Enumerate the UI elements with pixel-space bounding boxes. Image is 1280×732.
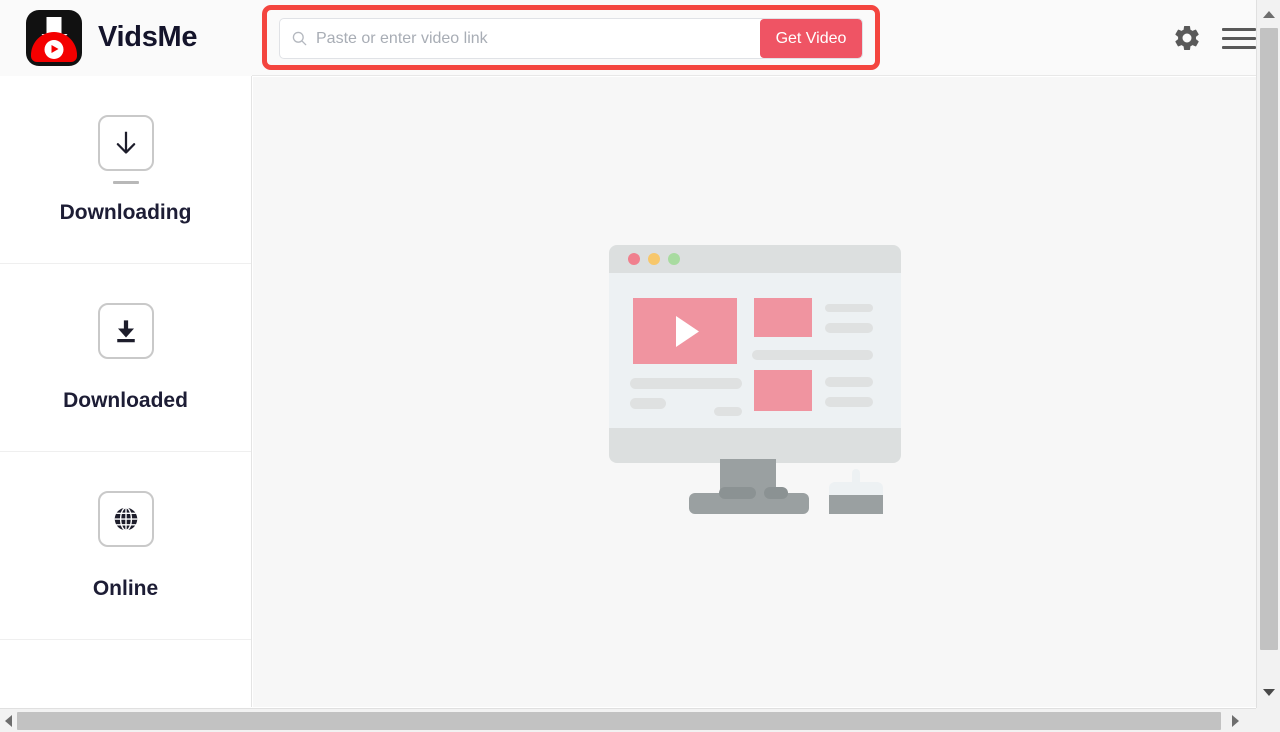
globe-icon xyxy=(97,490,154,547)
sidebar-item-downloading[interactable]: Downloading xyxy=(0,76,251,264)
empty-state-monitor-video-illustration xyxy=(608,245,901,514)
gear-icon xyxy=(1175,25,1199,50)
scroll-down-arrow-icon[interactable] xyxy=(1257,680,1280,704)
vertical-scrollbar-thumb[interactable] xyxy=(1260,28,1278,650)
search-input[interactable] xyxy=(316,29,760,48)
settings-button[interactable] xyxy=(1172,23,1202,53)
scrollbar-corner xyxy=(1256,708,1280,732)
sidebar-item-downloaded[interactable]: Downloaded xyxy=(0,264,251,452)
sidebar-item-label: Downloading xyxy=(59,200,192,224)
app-title: VidsMe xyxy=(98,21,198,53)
sidebar-item-online[interactable]: Online xyxy=(0,452,251,640)
sidebar-item-label: Online xyxy=(92,576,159,600)
main-content-area xyxy=(253,77,1256,707)
brand-area: VidsMe xyxy=(0,0,252,76)
globe-glyph-icon xyxy=(114,506,137,531)
horizontal-scrollbar[interactable] xyxy=(0,708,1280,732)
sidebar-item-label: Downloaded xyxy=(63,388,188,412)
menu-button[interactable] xyxy=(1222,27,1256,49)
window-dot-yellow xyxy=(647,253,660,265)
scroll-up-arrow-icon[interactable] xyxy=(1257,2,1280,26)
get-video-button[interactable]: Get Video xyxy=(760,19,862,58)
down-arrow-icon xyxy=(116,131,135,154)
window-dot-green xyxy=(667,253,680,265)
search-area: Get Video xyxy=(262,5,880,70)
vertical-scrollbar[interactable] xyxy=(1256,0,1280,708)
scroll-left-arrow-icon[interactable] xyxy=(0,709,17,732)
download-complete-icon xyxy=(116,319,135,342)
header-actions xyxy=(1172,0,1256,76)
hamburger-menu-icon xyxy=(1222,27,1256,49)
progress-line xyxy=(112,180,139,184)
video-link-search-bar[interactable]: Get Video xyxy=(279,18,863,59)
search-field[interactable] xyxy=(280,19,760,58)
vidsme-app-window: VidsMe Get Video xyxy=(0,0,1280,732)
vidsme-logo-icon xyxy=(26,9,82,66)
search-icon xyxy=(292,31,307,46)
download-arrow-outline-icon xyxy=(97,114,154,171)
download-tray-filled-icon xyxy=(97,302,154,359)
logo-play-icon xyxy=(44,39,64,59)
window-dot-red xyxy=(627,253,640,265)
sidebar: Downloading Downloaded Online xyxy=(0,76,252,732)
scroll-right-arrow-icon[interactable] xyxy=(1227,709,1244,732)
horizontal-scrollbar-thumb[interactable] xyxy=(17,712,1221,730)
